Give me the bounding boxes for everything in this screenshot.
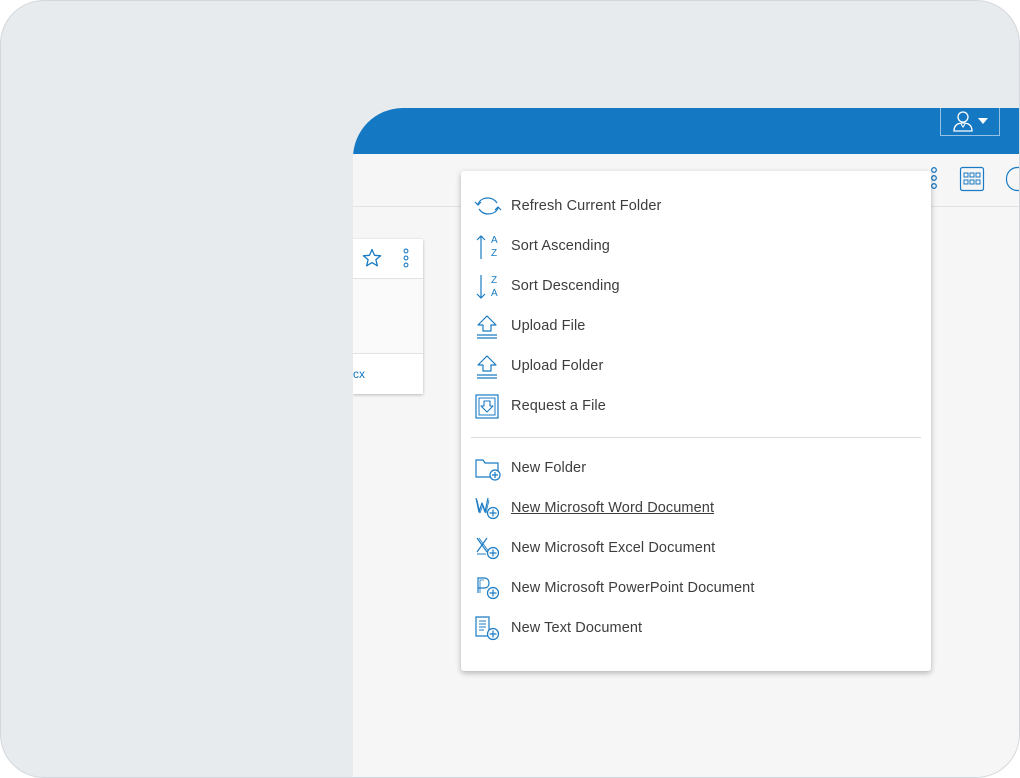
new-folder-icon: [474, 456, 502, 482]
menu-item-refresh-current-folder[interactable]: Refresh Current Folder: [461, 189, 931, 225]
svg-text:A: A: [491, 235, 498, 246]
upload-folder-icon: [474, 354, 502, 380]
grid-view-button[interactable]: [959, 166, 985, 192]
menu-item-label: New Microsoft PowerPoint Document: [511, 580, 755, 596]
menu-item-sort-descending[interactable]: Z A Sort Descending: [461, 269, 931, 305]
menu-item-label: New Microsoft Word Document: [511, 500, 715, 516]
menu-item-new-text-document[interactable]: New Text Document: [461, 611, 931, 647]
user-menu-button[interactable]: [940, 108, 1000, 136]
favorite-button[interactable]: [362, 248, 382, 268]
new-excel-document-icon: [474, 536, 502, 562]
menu-item-label: New Microsoft Excel Document: [511, 540, 716, 556]
svg-text:Z: Z: [491, 275, 497, 286]
sort-descending-icon: Z A: [474, 274, 502, 300]
app-header: [353, 108, 1019, 154]
menu-item-new-word-document[interactable]: New Microsoft Word Document: [461, 491, 931, 527]
device-frame: cx Refresh Current Folder A Z Sort Ascen…: [0, 0, 1020, 778]
star-outline-icon: [362, 248, 382, 268]
new-text-document-icon: [474, 616, 502, 642]
caret-down-icon: [978, 117, 988, 124]
menu-item-upload-folder[interactable]: Upload Folder: [461, 349, 931, 385]
menu-item-label: New Folder: [511, 460, 587, 476]
menu-item-label: Upload Folder: [511, 358, 604, 374]
menu-item-label: Sort Descending: [511, 278, 620, 294]
new-word-document-icon: [474, 496, 502, 522]
menu-divider: [471, 437, 921, 438]
menu-item-label: New Text Document: [511, 620, 643, 636]
request-file-icon: [474, 394, 502, 420]
menu-item-label: Request a File: [511, 398, 606, 414]
menu-item-request-a-file[interactable]: Request a File: [461, 389, 931, 425]
vertical-ellipsis-icon: [401, 248, 411, 270]
context-menu: Refresh Current Folder A Z Sort Ascendin…: [461, 171, 931, 671]
grid-view-icon: [959, 166, 985, 192]
new-powerpoint-document-icon: [474, 576, 502, 602]
menu-item-label: Sort Ascending: [511, 238, 610, 254]
file-name[interactable]: cx: [353, 353, 423, 394]
refresh-icon: [474, 194, 502, 220]
info-panel-button[interactable]: [1005, 166, 1019, 192]
menu-item-label: Upload File: [511, 318, 586, 334]
menu-item-new-excel-document[interactable]: New Microsoft Excel Document: [461, 531, 931, 567]
menu-item-new-powerpoint-document[interactable]: New Microsoft PowerPoint Document: [461, 571, 931, 607]
upload-file-icon: [474, 314, 502, 340]
svg-text:Z: Z: [491, 248, 497, 259]
info-panel-icon: [1005, 166, 1019, 192]
file-card-more-button[interactable]: [401, 248, 411, 270]
menu-item-upload-file[interactable]: Upload File: [461, 309, 931, 345]
menu-item-sort-ascending[interactable]: A Z Sort Ascending: [461, 229, 931, 265]
menu-item-label: Refresh Current Folder: [511, 198, 662, 214]
file-card-header: [353, 239, 423, 279]
user-avatar-icon: [952, 110, 974, 132]
sort-ascending-icon: A Z: [474, 234, 502, 260]
svg-text:A: A: [491, 288, 498, 299]
menu-item-new-folder[interactable]: New Folder: [461, 451, 931, 487]
file-card[interactable]: cx: [353, 239, 423, 394]
